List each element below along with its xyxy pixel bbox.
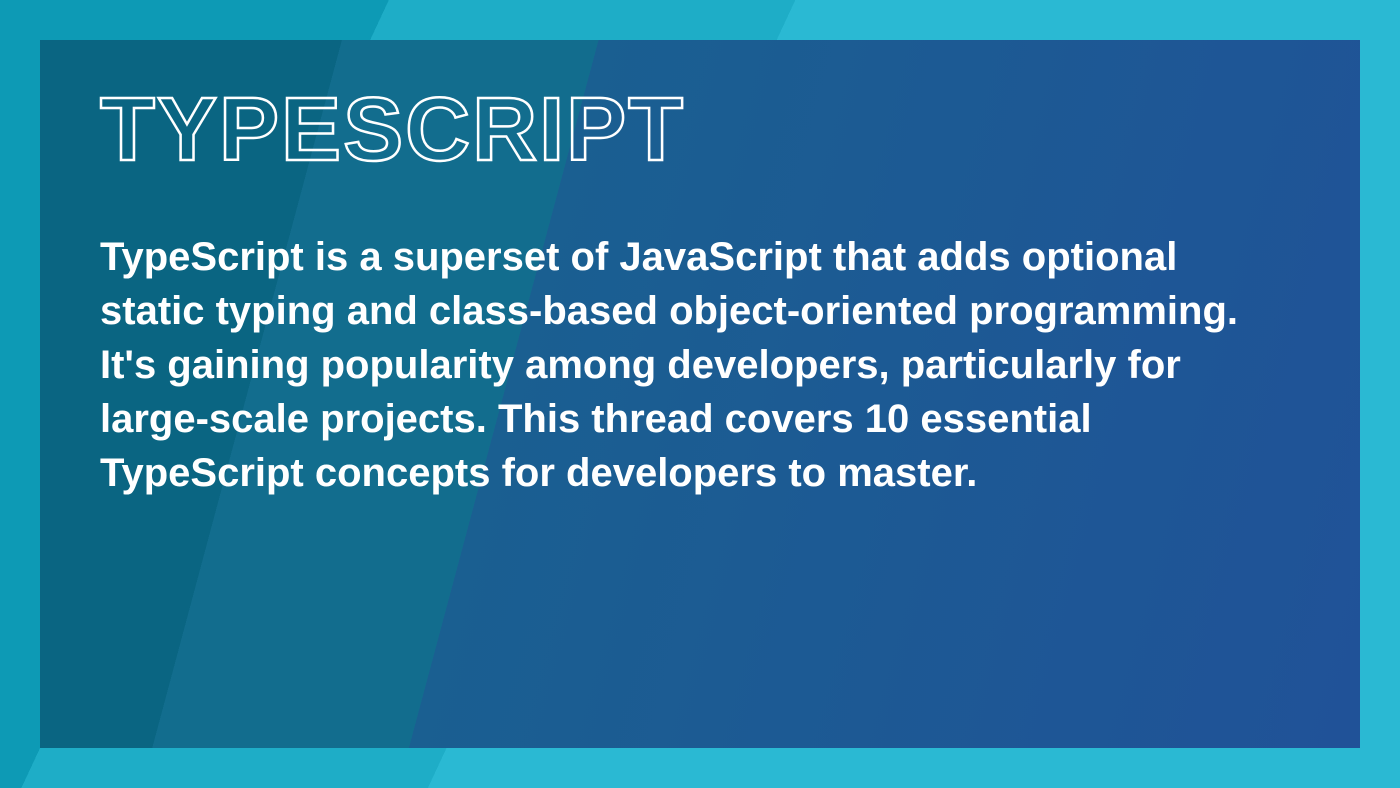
slide-inner-panel: TYPESCRIPT TypeScript is a superset of J…	[40, 40, 1360, 748]
slide-title: TYPESCRIPT	[100, 85, 1300, 175]
slide-body-text: TypeScript is a superset of JavaScript t…	[100, 230, 1250, 500]
slide-outer-frame: TYPESCRIPT TypeScript is a superset of J…	[0, 0, 1400, 788]
slide-content: TYPESCRIPT TypeScript is a superset of J…	[100, 85, 1300, 500]
